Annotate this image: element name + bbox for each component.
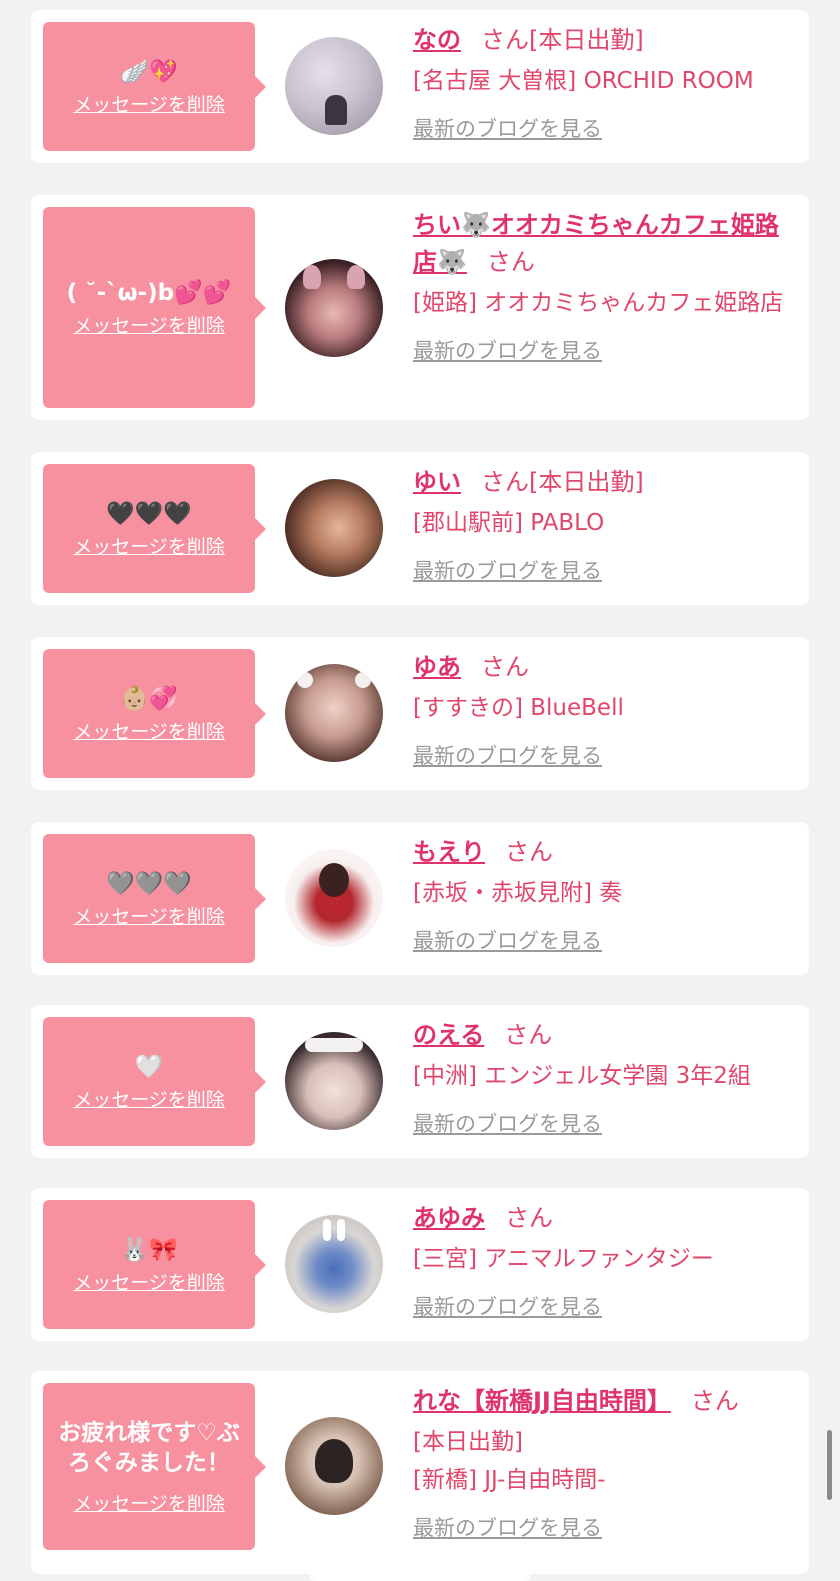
home-indicator xyxy=(310,1572,530,1581)
avatar[interactable] xyxy=(285,259,383,357)
cast-name-link[interactable]: れな【新橋JJ自由時間】 xyxy=(413,1387,671,1415)
message-bubble: お疲れ様です♡ぶろぐみました！ メッセージを削除 xyxy=(43,1383,266,1550)
message-bubble: ( ˘-`ω-)b💕💕 メッセージを削除 xyxy=(43,207,266,408)
message-bubble: 👶🏼💞 メッセージを削除 xyxy=(43,649,266,778)
message-text: 🐰🎀 xyxy=(120,1236,178,1263)
scrollbar[interactable] xyxy=(827,1430,832,1500)
message-card: 🪽💖 メッセージを削除 なの さん[本日出勤] [名古屋 大曽根] ORCHID … xyxy=(31,10,809,163)
honorific: さん xyxy=(690,1387,739,1415)
latest-blog-link[interactable]: 最新のブログを見る xyxy=(413,1109,602,1139)
avatar[interactable] xyxy=(285,849,383,947)
entry-info: あゆみ さん [三宮] アニマルファンタジー 最新のブログを見る xyxy=(413,1200,798,1322)
delete-message-link[interactable]: メッセージを削除 xyxy=(73,720,225,744)
shop-location: [すすきの] BlueBell xyxy=(413,695,624,721)
attendance-status: [本日出勤] xyxy=(413,1429,523,1455)
shop-location: [三宮] アニマルファンタジー xyxy=(413,1246,714,1272)
cast-name-link[interactable]: のえる xyxy=(413,1021,484,1049)
shop-location: [中洲] エンジェル女学園 3年2組 xyxy=(413,1063,751,1089)
cast-name-link[interactable]: あゆみ xyxy=(413,1204,485,1232)
entry-info: ゆあ さん [すすきの] BlueBell 最新のブログを見る xyxy=(413,649,798,771)
message-bubble: 🪽💖 メッセージを削除 xyxy=(43,22,266,151)
avatar[interactable] xyxy=(285,1032,383,1130)
avatar[interactable] xyxy=(285,1215,383,1313)
entry-info: もえり さん [赤坂・赤坂見附] 奏 最新のブログを見る xyxy=(413,834,798,956)
entry-info: なの さん[本日出勤] [名古屋 大曽根] ORCHID ROOM 最新のブログを… xyxy=(413,22,798,144)
latest-blog-link[interactable]: 最新のブログを見る xyxy=(413,1292,602,1322)
honorific: さん xyxy=(481,653,529,681)
avatar[interactable] xyxy=(285,664,383,762)
shop-location: [姫路] オオカミちゃんカフェ姫路店 xyxy=(413,290,784,316)
delete-message-link[interactable]: メッセージを削除 xyxy=(73,535,225,559)
entry-info: ゆい さん[本日出勤] [郡山駅前] PABLO 最新のブログを見る xyxy=(413,464,798,586)
honorific: さん xyxy=(481,26,529,54)
shop-location: [名古屋 大曽根] ORCHID ROOM xyxy=(413,68,754,94)
latest-blog-link[interactable]: 最新のブログを見る xyxy=(413,926,602,956)
message-text: 🪽💖 xyxy=(120,58,178,85)
message-text: 🤍 xyxy=(134,1053,164,1080)
cast-name-link[interactable]: なの xyxy=(413,26,461,54)
avatar[interactable] xyxy=(285,479,383,577)
delete-message-link[interactable]: メッセージを削除 xyxy=(73,314,225,338)
latest-blog-link[interactable]: 最新のブログを見る xyxy=(413,556,602,586)
cast-name-link[interactable]: ゆあ xyxy=(413,653,461,681)
honorific: さん xyxy=(505,1204,553,1232)
cast-name-link[interactable]: もえり xyxy=(413,838,485,866)
message-card: 🩶🩶🩶 メッセージを削除 もえり さん [赤坂・赤坂見附] 奏 最新のブログを見る xyxy=(31,822,809,975)
message-text: 👶🏼💞 xyxy=(120,685,178,712)
avatar[interactable] xyxy=(285,37,383,135)
message-card: お疲れ様です♡ぶろぐみました！ メッセージを削除 れな【新橋JJ自由時間】 さん … xyxy=(31,1371,809,1574)
honorific: さん xyxy=(505,838,553,866)
message-card: ( ˘-`ω-)b💕💕 メッセージを削除 ちい🐺オオカミちゃんカフェ姫路店🐺 さん… xyxy=(31,195,809,420)
delete-message-link[interactable]: メッセージを削除 xyxy=(73,1271,225,1295)
cast-name-link[interactable]: ゆい xyxy=(413,468,461,496)
delete-message-link[interactable]: メッセージを削除 xyxy=(73,1492,225,1516)
delete-message-link[interactable]: メッセージを削除 xyxy=(73,93,225,117)
message-bubble: 🖤🖤🖤 メッセージを削除 xyxy=(43,464,266,593)
message-bubble: 🩶🩶🩶 メッセージを削除 xyxy=(43,834,266,963)
delete-message-link[interactable]: メッセージを削除 xyxy=(73,905,225,929)
message-card: 👶🏼💞 メッセージを削除 ゆあ さん [すすきの] BlueBell 最新のブログ… xyxy=(31,637,809,790)
latest-blog-link[interactable]: 最新のブログを見る xyxy=(413,336,602,366)
message-text: 🖤🖤🖤 xyxy=(106,500,192,527)
message-card: 🤍 メッセージを削除 のえる さん [中洲] エンジェル女学園 3年2組 最新のブ… xyxy=(31,1005,809,1158)
message-bubble: 🤍 メッセージを削除 xyxy=(43,1017,266,1146)
avatar[interactable] xyxy=(285,1417,383,1515)
entry-info: ちい🐺オオカミちゃんカフェ姫路店🐺 さん [姫路] オオカミちゃんカフェ姫路店 最… xyxy=(413,207,798,366)
message-text: 🩶🩶🩶 xyxy=(106,870,192,897)
honorific: さん xyxy=(504,1021,553,1049)
latest-blog-link[interactable]: 最新のブログを見る xyxy=(413,114,602,144)
honorific: さん xyxy=(486,248,535,276)
shop-location: [赤坂・赤坂見附] 奏 xyxy=(413,880,623,906)
attendance-status: [本日出勤] xyxy=(529,468,644,496)
latest-blog-link[interactable]: 最新のブログを見る xyxy=(413,1513,602,1543)
honorific: さん xyxy=(481,468,529,496)
latest-blog-link[interactable]: 最新のブログを見る xyxy=(413,741,602,771)
message-card: 🖤🖤🖤 メッセージを削除 ゆい さん[本日出勤] [郡山駅前] PABLO 最新の… xyxy=(31,452,809,605)
delete-message-link[interactable]: メッセージを削除 xyxy=(73,1088,225,1112)
message-bubble: 🐰🎀 メッセージを削除 xyxy=(43,1200,266,1329)
message-text: ( ˘-`ω-)b💕💕 xyxy=(66,279,232,306)
entry-info: のえる さん [中洲] エンジェル女学園 3年2組 最新のブログを見る xyxy=(413,1017,798,1139)
message-card: 🐰🎀 メッセージを削除 あゆみ さん [三宮] アニマルファンタジー 最新のブログ… xyxy=(31,1188,809,1341)
shop-location: [郡山駅前] PABLO xyxy=(413,510,605,536)
shop-location: [新橋] JJ-自由時間- xyxy=(413,1467,606,1493)
cast-name-link[interactable]: ちい🐺オオカミちゃんカフェ姫路店🐺 xyxy=(413,211,779,276)
attendance-status: [本日出勤] xyxy=(529,26,644,54)
entry-info: れな【新橋JJ自由時間】 さん [本日出勤] [新橋] JJ-自由時間- 最新のブ… xyxy=(413,1383,798,1543)
message-text: お疲れ様です♡ぶろぐみました！ xyxy=(58,1419,240,1476)
